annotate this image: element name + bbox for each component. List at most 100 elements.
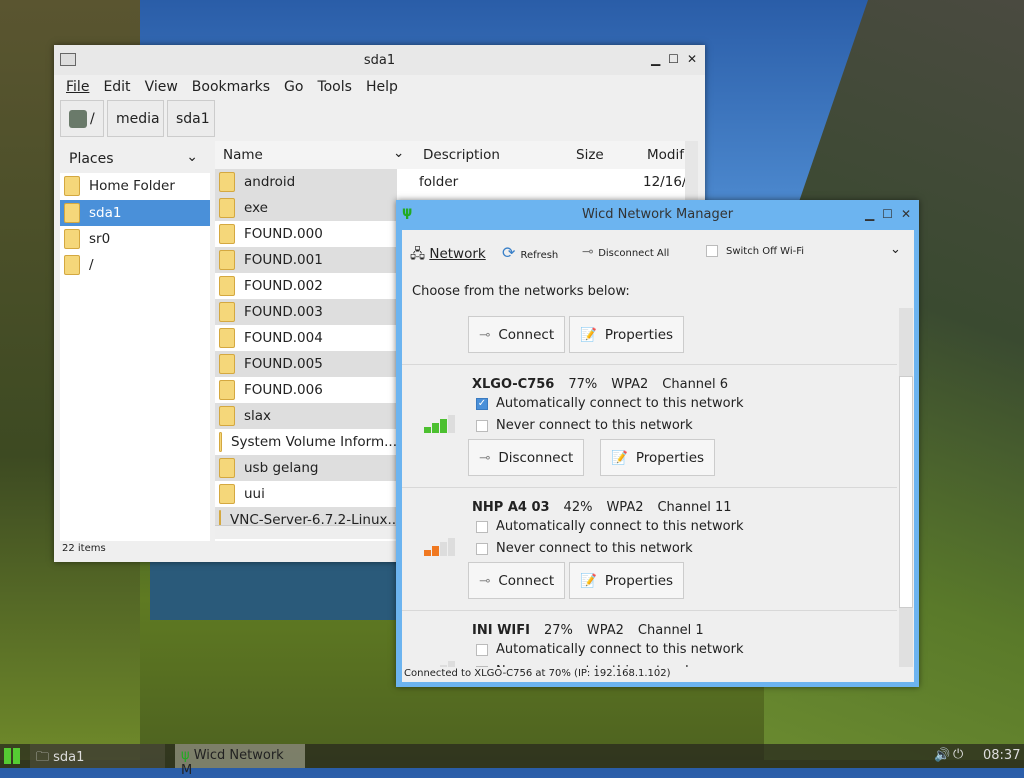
properties-button[interactable]: 📝 Properties — [569, 316, 685, 353]
file-row[interactable]: android — [215, 169, 397, 195]
never-connect-checkbox[interactable]: Never connect to this network — [476, 664, 693, 667]
menu-file[interactable]: File — [66, 79, 89, 95]
file-name: FOUND.001 — [244, 252, 323, 268]
checkbox — [476, 520, 488, 533]
file-row[interactable]: FOUND.001 — [215, 247, 397, 273]
place-sr0[interactable]: sr0 — [60, 226, 210, 252]
path-root-button[interactable]: / — [60, 100, 104, 137]
folder-icon — [219, 432, 222, 452]
place-sda1[interactable]: sda1 — [60, 200, 210, 226]
never-connect-checkbox[interactable]: Never connect to this network — [476, 541, 693, 556]
button-label: Properties — [604, 326, 674, 343]
menu-edit[interactable]: Edit — [103, 79, 130, 95]
column-modified[interactable]: Modif — [647, 147, 684, 163]
folder-icon — [64, 203, 80, 223]
folder-icon — [219, 250, 235, 270]
file-name: FOUND.000 — [244, 226, 323, 242]
close-icon[interactable]: ✕ — [901, 207, 911, 221]
file-row[interactable]: uui — [215, 481, 397, 507]
folder-icon — [219, 224, 235, 244]
place-root[interactable]: / — [60, 252, 210, 278]
file-name: FOUND.004 — [244, 330, 323, 346]
signal-bar — [448, 661, 455, 667]
file-name: android — [244, 174, 296, 190]
disconnect-button[interactable]: ⊸ Disconnect — [468, 439, 585, 476]
task-sda1[interactable]: 🗀 sda1 — [30, 744, 165, 768]
file-row[interactable]: System Volume Inform... — [215, 429, 397, 455]
menu-view[interactable]: View — [145, 79, 178, 95]
connect-button[interactable]: ⊸ Connect — [468, 316, 566, 353]
maximize-icon[interactable]: ☐ — [882, 207, 893, 221]
auto-connect-checkbox[interactable]: Automatically connect to this network — [476, 519, 743, 534]
plug-icon: ⊸ — [479, 572, 491, 589]
disconnect-all-button[interactable]: ⊸ Disconnect All — [582, 244, 669, 260]
column-description[interactable]: Description — [423, 147, 500, 163]
minimize-icon[interactable]: ▁ — [865, 207, 874, 221]
file-row[interactable]: FOUND.000 — [215, 221, 397, 247]
network-security: WPA2 — [606, 500, 644, 515]
menu-bookmarks[interactable]: Bookmarks — [192, 79, 270, 95]
folder-icon — [64, 255, 80, 275]
properties-button[interactable]: 📝 Properties — [600, 439, 716, 476]
title-bar[interactable]: ψ Wicd Network Manager ▁ ☐ ✕ — [396, 200, 919, 228]
maximize-icon[interactable]: ☐ — [668, 52, 679, 66]
switch-off-wifi-checkbox[interactable]: Switch Off Wi-Fi — [706, 245, 804, 257]
connect-button[interactable]: ⊸ Connect — [468, 562, 566, 599]
file-row[interactable]: FOUND.006 — [215, 377, 397, 403]
status-bar: 22 items — [62, 543, 106, 554]
wicd-body: 🖧 Network ⟳ Refresh ⊸ Disconnect All Swi… — [402, 230, 914, 682]
minimize-icon[interactable]: ▁ — [651, 52, 660, 66]
auto-connect-checkbox[interactable]: Automatically connect to this network — [476, 642, 743, 657]
refresh-button[interactable]: ⟳ Refresh — [502, 243, 558, 262]
folder-icon — [219, 458, 235, 478]
places-pane: Places ⌄ Home Folder sda1 sr0 / — [60, 141, 210, 541]
places-header[interactable]: Places ⌄ — [60, 141, 210, 173]
task-wicd[interactable]: ψ Wicd Network M — [175, 744, 305, 778]
file-row[interactable]: FOUND.002 — [215, 273, 397, 299]
path-media-button[interactable]: media — [107, 100, 164, 137]
menu-tools[interactable]: Tools — [317, 79, 352, 95]
file-name: uui — [244, 486, 265, 502]
network-channel: Channel 6 — [662, 377, 729, 392]
checkbox — [476, 643, 488, 656]
signal-bar — [424, 550, 431, 556]
menu-go[interactable]: Go — [284, 79, 303, 95]
title-bar[interactable]: sda1 ▁ ☐ ✕ — [54, 45, 705, 75]
file-row[interactable]: FOUND.004 — [215, 325, 397, 351]
signal-bar — [432, 546, 439, 556]
menu-bar: File Edit View Bookmarks Go Tools Help — [66, 79, 412, 95]
place-label: Home Folder — [89, 178, 175, 194]
menu-help[interactable]: Help — [366, 79, 398, 95]
file-name: FOUND.005 — [244, 356, 323, 372]
file-name: usb gelang — [244, 460, 319, 476]
prompt-label: Choose from the networks below: — [412, 284, 630, 299]
chevron-down-icon[interactable]: ⌄ — [890, 242, 901, 257]
folder-icon — [219, 380, 235, 400]
file-row[interactable]: FOUND.005 — [215, 351, 397, 377]
never-connect-checkbox[interactable]: Never connect to this network — [476, 418, 693, 433]
properties-button[interactable]: 📝 Properties — [569, 562, 685, 599]
file-row[interactable]: slax — [215, 403, 397, 429]
start-menu-icon[interactable] — [4, 748, 20, 764]
close-icon[interactable]: ✕ — [687, 52, 697, 66]
network-menu[interactable]: 🖧 Network — [410, 244, 486, 267]
checkbox — [706, 245, 718, 257]
power-icon[interactable]: ⏻ — [953, 747, 963, 762]
place-home[interactable]: Home Folder — [60, 173, 210, 199]
folder-icon — [219, 302, 235, 322]
file-row[interactable]: FOUND.003 — [215, 299, 397, 325]
column-name[interactable]: Name — [223, 147, 263, 163]
place-label: sda1 — [89, 205, 122, 221]
file-description: folder — [419, 174, 459, 190]
file-row[interactable]: exe — [215, 195, 397, 221]
volume-icon[interactable]: 🔊 — [934, 748, 950, 763]
vertical-scrollbar[interactable] — [899, 308, 913, 667]
checkbox: ✓ — [476, 397, 488, 410]
path-sda1-button[interactable]: sda1 — [167, 100, 215, 137]
signal-bar — [432, 423, 439, 433]
column-size[interactable]: Size — [576, 147, 604, 163]
auto-connect-checkbox[interactable]: ✓ Automatically connect to this network — [476, 396, 743, 411]
wicd-antenna-icon: ψ — [402, 205, 413, 220]
network-list: ⊸ Connect 📝 Properties XLGO-C756 77% WPA2 Cha… — [402, 308, 914, 667]
file-row[interactable]: usb gelang — [215, 455, 397, 481]
